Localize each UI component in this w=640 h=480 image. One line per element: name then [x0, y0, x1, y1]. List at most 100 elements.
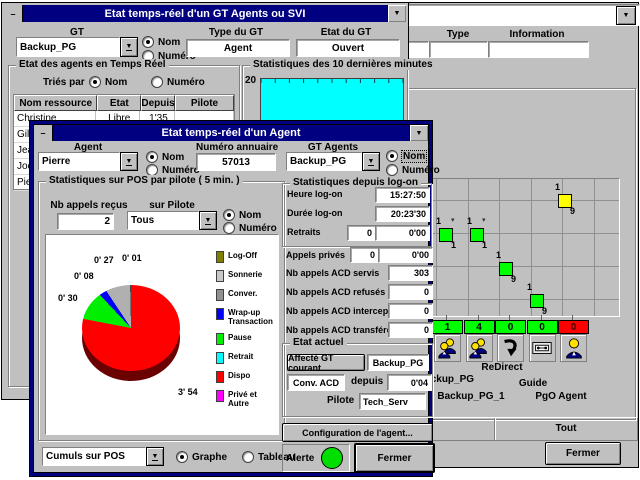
agent-icon[interactable]: [560, 334, 587, 362]
queue-count-box: 0: [558, 320, 589, 334]
legend-item: Privé et Autre: [216, 390, 274, 408]
legend-swatch: [216, 371, 224, 383]
sur-pilote-combobox[interactable]: Tous ▼: [127, 211, 217, 230]
gt-combobox[interactable]: Backup_PG ▼: [16, 37, 138, 57]
system-menu-icon[interactable]: –: [4, 5, 23, 22]
system-menu-icon[interactable]: –: [34, 125, 53, 141]
duree-logon-label: Durée log-on: [287, 208, 343, 218]
y-axis-tick: 20: [245, 75, 256, 86]
agent-window: – Etat temps-réel d'un Agent ▼ Agent Pie…: [29, 120, 433, 477]
radio-nom-sort[interactable]: Nom: [89, 76, 127, 88]
flow-node-top-label: 1: [555, 182, 560, 192]
queue-label: PgO Agent: [521, 391, 601, 402]
dropdown-arrow-icon[interactable]: ▼: [199, 211, 217, 230]
legend-label: Dispo: [228, 371, 250, 380]
gt-window-title: Etat temps-réel d'un GT Agents ou SVI: [105, 8, 306, 20]
legend-item: Wrap-up Transaction: [216, 308, 274, 326]
legend-item: Dispo: [216, 371, 274, 383]
grid-line-horizontal: [432, 233, 619, 234]
type-field[interactable]: [429, 41, 488, 58]
sur-pilote-label: sur Pilote: [127, 200, 217, 211]
tout-tab[interactable]: Tout: [496, 423, 636, 434]
legend-label: Privé et Autre: [228, 390, 274, 408]
logon-group: Statistiques depuis log-on Heure log-on …: [282, 183, 432, 247]
table-header-cell[interactable]: Etat: [97, 95, 141, 111]
pie-label-pause: 0' 30: [58, 293, 78, 303]
fermer-button-agent[interactable]: Fermer: [354, 443, 435, 473]
agents-group-title: Etat des agents en Temps Réel: [16, 59, 169, 70]
queue-count-box: 1: [432, 320, 463, 334]
chevron-down-icon[interactable]: ▼: [387, 5, 406, 22]
legend-label: Conver.: [228, 289, 257, 298]
cumuls-combobox[interactable]: Cumuls sur POS ▼: [42, 447, 164, 466]
gt-agents-combobox[interactable]: Backup_PG ▼: [286, 152, 380, 171]
legend-swatch: [216, 289, 224, 301]
dropdown-arrow-icon[interactable]: ▼: [120, 152, 138, 171]
radio-nom-gt[interactable]: Nom: [142, 36, 180, 48]
radio-numero-pilote[interactable]: Numéro: [223, 222, 277, 234]
agents-icon[interactable]: [434, 334, 461, 362]
nb-appels-recus-field: 2: [57, 213, 114, 230]
pos-group-title: Statistiques sur POS par pilote ( 5 min.…: [46, 175, 243, 186]
type-column-label: Type: [429, 29, 487, 40]
flow-node-bottom-label: 9: [542, 306, 547, 316]
configuration-agent-button[interactable]: Configuration de l'agent...: [282, 423, 433, 442]
type-du-gt-label: Type du GT: [184, 27, 288, 38]
queue-count-box: 4: [464, 320, 495, 334]
acd-servis-label: Nb appels ACD servis: [286, 268, 379, 278]
queue-label: Guide: [493, 378, 573, 389]
table-header-cell[interactable]: Depuis: [141, 95, 175, 111]
queue-label: ReDirect: [462, 362, 542, 373]
legend-swatch: [216, 308, 224, 320]
pos-group: Statistiques sur POS par pilote ( 5 min.…: [38, 181, 285, 441]
sur-pilote-value: Tous: [127, 211, 199, 230]
radio-graphe[interactable]: Graphe: [176, 451, 227, 463]
appels-prives-duration-field: 0'00: [378, 247, 433, 263]
legend-swatch: [216, 270, 224, 282]
dropdown-arrow-icon[interactable]: ▼: [120, 37, 138, 57]
flow-grid: 1911▾11▾1919: [431, 178, 620, 317]
dropdown-arrow-icon[interactable]: ▼: [362, 152, 380, 171]
table-header-cell[interactable]: Nom ressource: [14, 95, 97, 111]
affecte-gt-button[interactable]: Affecté GT courant: [287, 354, 365, 371]
numero-annuaire-label: Numéro annuaire: [196, 142, 274, 153]
legend-swatch: [216, 333, 224, 345]
table-header-cell[interactable]: Pilote: [175, 95, 234, 111]
pie-label-wrapup: 0' 08: [74, 271, 94, 281]
acd-refuses-label: Nb appels ACD refusés: [286, 287, 385, 297]
chevron-down-icon[interactable]: ▼: [409, 125, 428, 141]
machine-icon[interactable]: [529, 334, 556, 362]
legend-item: Sonnerie: [216, 270, 274, 282]
dropdown-arrow-icon[interactable]: ▼: [146, 447, 164, 466]
agents-icon[interactable]: [466, 334, 493, 362]
etat-du-gt-field: Ouvert: [296, 39, 400, 57]
radio-nom-agent[interactable]: Nom: [146, 151, 184, 163]
agent-combobox[interactable]: Pierre ▼: [38, 152, 138, 171]
agent-combobox-value: Pierre: [38, 152, 120, 171]
grid-line-horizontal: [432, 299, 619, 300]
pie-label-conver: 0' 27: [94, 255, 114, 265]
pie: [82, 285, 180, 371]
chevron-down-icon[interactable]: ▼: [616, 6, 636, 25]
information-field[interactable]: [488, 41, 589, 58]
agent-window-titlebar: – Etat temps-réel d'un Agent ▼: [34, 125, 428, 141]
radio-nom-gtagents[interactable]: Nom: [386, 150, 426, 162]
pie-label-sonnerie: 0' 01: [122, 253, 142, 263]
minutes-group-title: Statistiques des 10 dernières minutes: [250, 59, 436, 70]
legend-label: Sonnerie: [228, 270, 262, 279]
legend-swatch: [216, 251, 224, 263]
radio-numero-sort[interactable]: Numéro: [151, 76, 205, 88]
etat-agent-field: Conv. ACD: [287, 374, 345, 391]
radio-nom-pilote[interactable]: Nom: [223, 209, 261, 221]
legend-label: Wrap-up Transaction: [228, 308, 274, 326]
grid-line-horizontal: [432, 266, 619, 267]
heure-logon-field: 15:27:50: [375, 187, 430, 203]
flow-node-top-label: 1: [436, 216, 441, 226]
redirect-icon[interactable]: [497, 334, 524, 362]
radio-numero-gtagents[interactable]: Numéro: [386, 164, 440, 176]
etat-actuel-group: Etat actuel Affecté GT courant Backup_PG…: [282, 343, 433, 417]
legend-label: Retrait: [228, 352, 253, 361]
flow-node-top-label: 1: [527, 282, 532, 292]
numero-annuaire-field: 57013: [196, 153, 276, 171]
fermer-button-supervision[interactable]: Fermer: [545, 442, 621, 465]
